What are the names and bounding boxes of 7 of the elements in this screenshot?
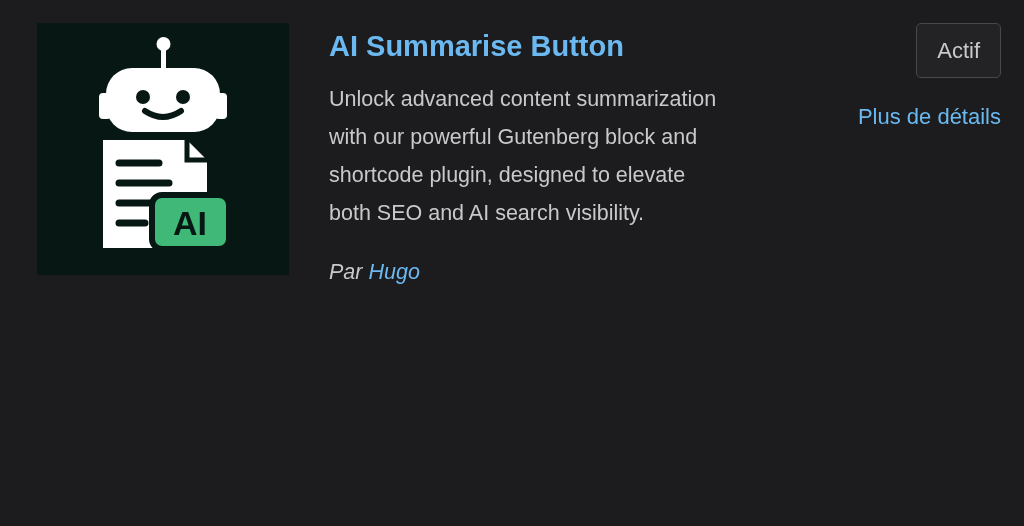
plugin-description: Unlock advanced content summarization with our powerful Gutenberg block and shortcode plugin, designed to elevate both SEO and AI search visibility. xyxy=(329,85,718,227)
author-byline: Par Hugo xyxy=(329,258,420,286)
plugin-title[interactable]: AI Summarise Button xyxy=(329,29,858,64)
author-link[interactable]: Hugo xyxy=(368,259,420,284)
robot-document-logo: AI xyxy=(37,23,289,275)
active-button[interactable]: Actif xyxy=(916,23,1001,78)
details-link[interactable]: Plus de détails xyxy=(857,100,1001,133)
